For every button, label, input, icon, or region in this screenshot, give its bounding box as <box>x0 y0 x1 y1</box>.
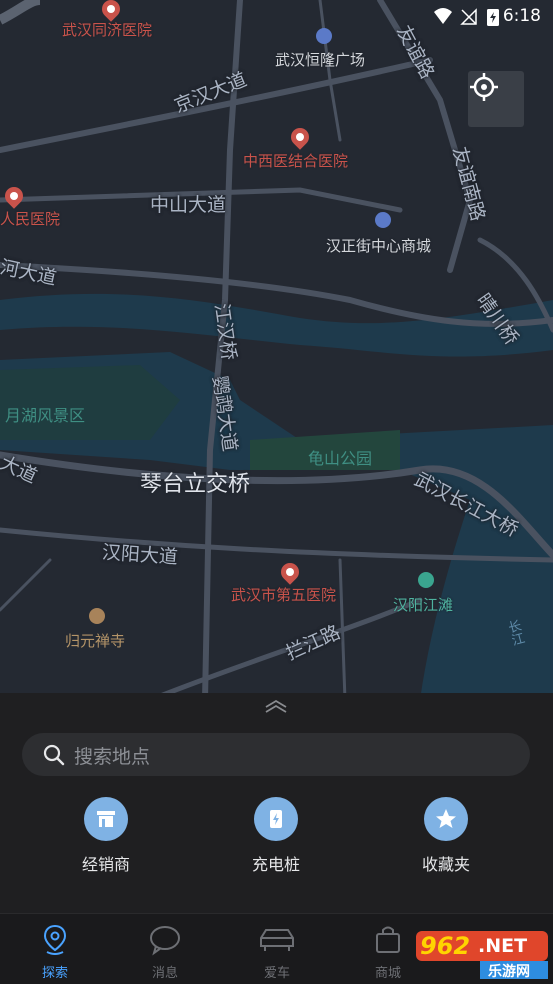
tab-messages[interactable]: 消息 <box>125 924 205 981</box>
tab-car-label: 爱车 <box>263 966 290 981</box>
poi-diwu[interactable]: 武汉市第五医院 <box>231 584 336 605</box>
park-pin-icon[interactable] <box>418 572 434 588</box>
map-view[interactable]: 友谊路 京汉大道 友谊南路 中山大道 河大道 晴川桥 江汉桥 鹦鹉大道 大道 琴… <box>0 0 553 700</box>
status-icons <box>434 8 499 26</box>
tab-explore-label: 探索 <box>41 966 68 981</box>
charging-label: 充电桩 <box>251 855 300 874</box>
charging-icon <box>254 797 298 841</box>
crosshair-icon <box>470 73 498 101</box>
road-label-qintai: 琴台立交桥 <box>140 472 251 497</box>
bottom-sheet[interactable]: 搜索地点 经销商 充电桩 收藏夹 <box>0 693 553 913</box>
poi-yuehu[interactable]: 月湖风景区 <box>5 402 85 426</box>
watermark-logo: 962 .NET 乐游网 <box>414 931 550 980</box>
chat-icon <box>150 926 180 956</box>
wifi-icon <box>434 8 452 24</box>
poi-guishan[interactable]: 龟山公园 <box>308 445 372 469</box>
tab-explore[interactable]: 探索 <box>15 924 95 981</box>
car-icon <box>260 929 294 951</box>
bag-icon <box>376 926 400 953</box>
road-label-zhongshan: 中山大道 <box>150 194 227 216</box>
tab-car[interactable]: 爱车 <box>237 924 317 981</box>
location-icon <box>43 924 67 955</box>
poi-henglong[interactable]: 武汉恒隆广场 <box>275 49 365 70</box>
status-bar: 6:18 <box>0 0 553 34</box>
search-icon <box>43 744 65 766</box>
dealer-label: 经销商 <box>81 855 130 874</box>
store-icon <box>84 797 128 841</box>
poi-hanyang-jiangtan[interactable]: 汉阳江滩 <box>393 594 453 615</box>
search-input[interactable]: 搜索地点 <box>22 733 530 776</box>
search-placeholder: 搜索地点 <box>74 746 151 768</box>
poi-zhongxiyi[interactable]: 中西医结合医院 <box>243 150 348 171</box>
poi-renmin[interactable]: 人民医院 <box>0 208 60 229</box>
dealer-button[interactable]: 经销商 <box>51 797 161 875</box>
chevron-up-icon[interactable] <box>264 699 288 713</box>
mall-pin-icon[interactable] <box>375 212 391 228</box>
poi-guiyuan[interactable]: 归元禅寺 <box>65 630 125 651</box>
charging-button[interactable]: 充电桩 <box>221 797 331 875</box>
road-label-hanyang: 汉阳大道 <box>101 541 179 569</box>
status-time: 6:18 <box>502 6 541 26</box>
tab-messages-label: 消息 <box>151 966 178 981</box>
locate-button[interactable] <box>468 71 524 127</box>
favorites-button[interactable]: 收藏夹 <box>391 797 501 875</box>
star-icon <box>424 797 468 841</box>
temple-pin-icon[interactable] <box>89 608 105 624</box>
favorites-label: 收藏夹 <box>421 855 470 874</box>
poi-hanzhengjie[interactable]: 汉正街中心商城 <box>326 235 431 256</box>
